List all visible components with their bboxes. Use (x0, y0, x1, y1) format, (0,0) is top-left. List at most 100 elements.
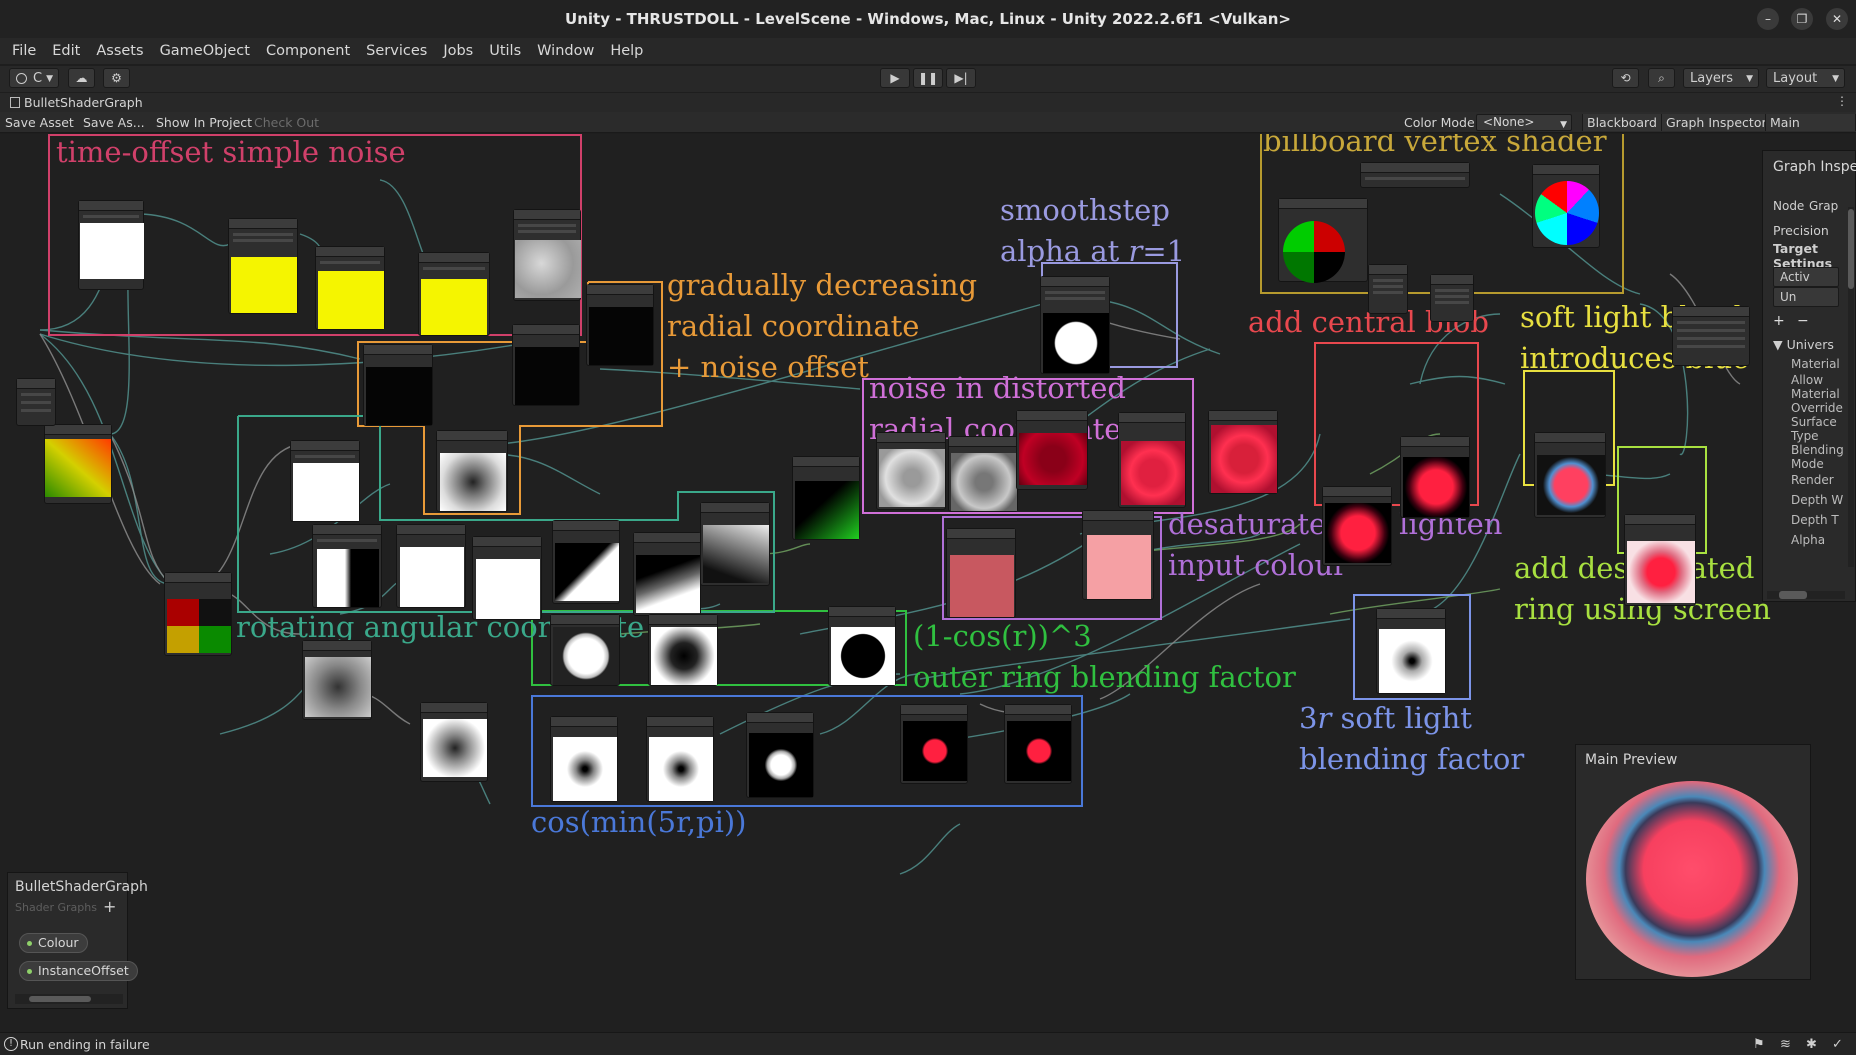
node-billboard-math[interactable] (1360, 162, 1470, 188)
node-soft-light-factor[interactable] (1376, 608, 1446, 694)
blackboard-toggle[interactable]: Blackboard (1582, 114, 1662, 131)
target-entry-field[interactable]: Un (1773, 287, 1839, 307)
node-blob-2[interactable] (1400, 436, 1470, 518)
node-cos-1[interactable] (550, 716, 618, 802)
node-cos-2[interactable] (646, 716, 714, 802)
history-button[interactable]: ⟲ (1612, 68, 1639, 88)
node-black-1[interactable] (586, 284, 654, 366)
pause-button[interactable]: ❚❚ (913, 68, 943, 88)
node-billboard-rgb[interactable] (1278, 198, 1368, 283)
save-asset-button[interactable]: Save Asset (5, 114, 74, 131)
node-radial-soft[interactable] (302, 640, 372, 720)
node-add-yellow-3[interactable] (418, 252, 490, 336)
debug-icon[interactable]: ⚑ (1753, 1037, 1765, 1052)
preview-sphere[interactable] (1586, 781, 1798, 977)
node-white-1[interactable] (290, 440, 360, 522)
node-billboard-combine[interactable] (1430, 274, 1474, 322)
bug-icon[interactable]: ✱ (1806, 1037, 1817, 1052)
node-quadrant-color[interactable] (164, 572, 232, 656)
property-instance-offset[interactable]: InstanceOffset (19, 961, 138, 981)
node-billboard-split[interactable] (1368, 264, 1408, 314)
node-angular-3[interactable] (700, 502, 770, 586)
tab-graph-settings[interactable]: Grap (1809, 199, 1838, 213)
node-add-yellow-1[interactable] (228, 218, 298, 314)
node-screen-outer[interactable] (1624, 514, 1696, 606)
menu-component[interactable]: Component (258, 43, 358, 59)
node-red-dot-1[interactable] (900, 704, 968, 784)
node-noise-gray-2[interactable] (948, 436, 1018, 512)
node-white-3[interactable] (472, 536, 542, 620)
menu-services[interactable]: Services (358, 43, 435, 59)
node-instance-offset[interactable] (16, 378, 56, 426)
play-button[interactable]: ▶ (880, 68, 910, 88)
maximize-button[interactable]: ❐ (1791, 8, 1813, 30)
color-mode-dropdown[interactable]: <None> ▼ (1476, 114, 1572, 131)
node-time[interactable] (78, 200, 144, 290)
save-as-button[interactable]: Save As... (83, 114, 145, 131)
cloud-button[interactable]: ☁ (68, 68, 95, 88)
progress-icon[interactable]: ≋ (1780, 1037, 1791, 1052)
node-black-ball[interactable] (828, 606, 896, 686)
node-noise-gray-1[interactable] (876, 432, 946, 510)
status-message[interactable]: Run ending in failure (20, 1037, 150, 1052)
remove-target-button[interactable]: − (1797, 313, 1809, 329)
inspector-scrollbar[interactable] (1848, 207, 1854, 567)
search-button[interactable]: ⌕ (1648, 68, 1675, 88)
close-button[interactable]: ✕ (1826, 8, 1848, 30)
more-options-icon[interactable]: ⋮ (1836, 94, 1848, 108)
menu-help[interactable]: Help (602, 43, 651, 59)
account-dropdown[interactable]: C ▼ (9, 68, 59, 88)
menu-utils[interactable]: Utils (481, 43, 529, 59)
menu-edit[interactable]: Edit (44, 43, 88, 59)
universal-foldout[interactable]: ▼ Univers (1773, 337, 1834, 352)
check-icon[interactable]: ✓ (1832, 1037, 1843, 1052)
node-dark-red[interactable] (1016, 410, 1088, 490)
tab-shader-graph[interactable]: BulletShaderGraph (10, 95, 143, 110)
node-cos-3[interactable] (746, 712, 814, 798)
node-dark-ball[interactable] (648, 614, 718, 686)
node-radial-gray[interactable] (436, 430, 508, 512)
node-red-blob[interactable] (1208, 410, 1278, 494)
node-angular-1[interactable] (552, 520, 620, 604)
node-radial-dark-center[interactable] (420, 702, 488, 782)
menu-file[interactable]: File (4, 43, 44, 59)
menu-jobs[interactable]: Jobs (435, 43, 481, 59)
node-blob-1[interactable] (1322, 486, 1392, 566)
node-smoothstep[interactable] (1040, 276, 1110, 374)
collab-button[interactable]: ⚙ (103, 68, 130, 88)
node-billboard-normal[interactable] (1532, 164, 1600, 248)
tab-node-settings[interactable]: Node (1773, 199, 1804, 213)
layers-dropdown[interactable]: Layers ▼ (1683, 68, 1759, 88)
show-in-project-button[interactable]: Show In Project (156, 114, 252, 131)
node-uv-gradient[interactable] (44, 424, 112, 504)
layout-dropdown[interactable]: Layout ▼ (1766, 68, 1845, 88)
node-vertex-master[interactable] (1672, 306, 1750, 366)
node-black-3[interactable] (363, 344, 433, 426)
graph-inspector-toggle[interactable]: Graph Inspector (1661, 114, 1772, 131)
node-soft-light-blend[interactable] (1534, 432, 1606, 518)
node-desat-dark[interactable] (946, 528, 1016, 618)
blackboard-scrollbar[interactable] (15, 994, 123, 1004)
check-out-button[interactable]: Check Out (254, 114, 319, 131)
add-property-button[interactable]: + (103, 897, 116, 916)
node-red-dot-2[interactable] (1004, 704, 1072, 784)
node-white-2[interactable] (396, 524, 466, 608)
menu-window[interactable]: Window (529, 43, 602, 59)
menu-gameobject[interactable]: GameObject (152, 43, 258, 59)
node-desat-light[interactable] (1082, 510, 1154, 600)
add-target-button[interactable]: + (1773, 313, 1785, 329)
active-targets-field[interactable]: Activ (1773, 267, 1839, 287)
inspector-hscrollbar[interactable] (1767, 591, 1845, 599)
menu-assets[interactable]: Assets (88, 43, 151, 59)
node-green-gradient[interactable] (792, 456, 860, 540)
node-white-ball[interactable] (550, 614, 620, 686)
node-red-ring[interactable] (1118, 412, 1186, 508)
node-half-white[interactable] (312, 524, 382, 608)
step-button[interactable]: ▶| (946, 68, 976, 88)
node-simple-noise[interactable] (513, 209, 581, 301)
node-angular-2[interactable] (633, 532, 701, 616)
node-add-yellow-2[interactable] (315, 246, 385, 330)
property-colour[interactable]: Colour (19, 933, 88, 953)
main-preview-toggle[interactable]: Main Preview (1765, 114, 1856, 147)
minimize-button[interactable]: – (1757, 8, 1779, 30)
